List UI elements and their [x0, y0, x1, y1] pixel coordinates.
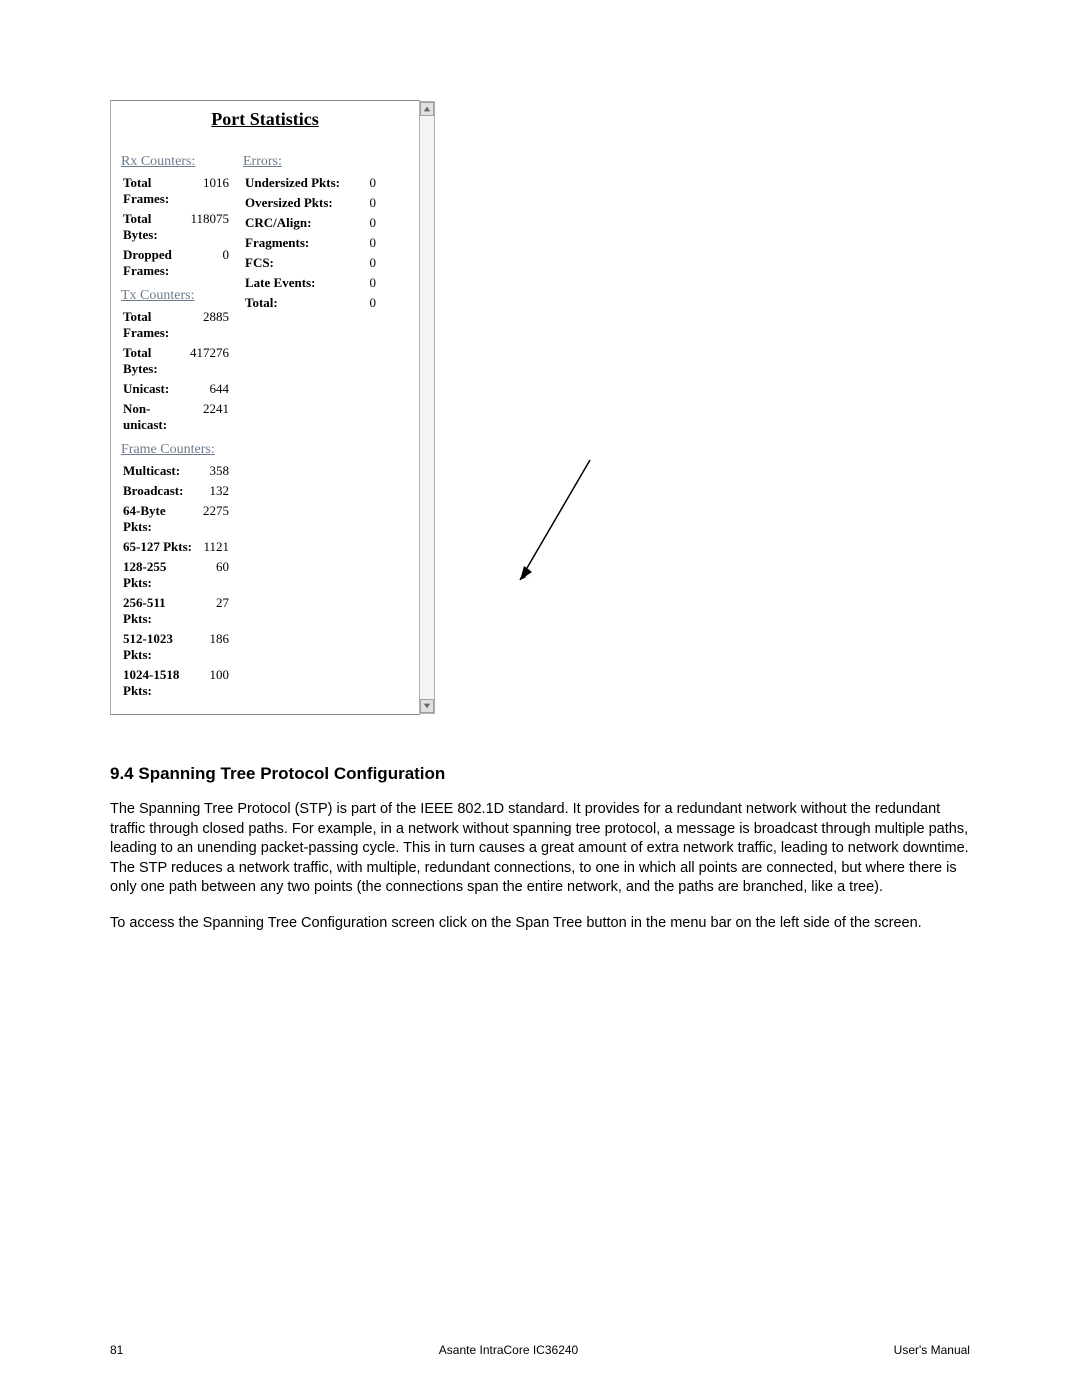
paragraph: The Spanning Tree Protocol (STP) is part… — [110, 800, 970, 898]
body-text: 9.4 Spanning Tree Protocol Configuration… — [110, 763, 970, 949]
tx-counters-heading: Tx Counters: — [121, 288, 231, 304]
rx-counters-heading: Rx Counters: — [121, 154, 231, 170]
footer-manual: User's Manual — [894, 1343, 970, 1357]
page-number: 81 — [110, 1343, 123, 1357]
table-row: Late Events:0 — [245, 274, 376, 292]
chevron-up-icon — [423, 105, 431, 113]
footer-title: Asante IntraCore IC36240 — [439, 1343, 578, 1357]
scroll-up-button[interactable] — [420, 102, 434, 116]
table-row: 65-127 Pkts:1121 — [123, 538, 229, 556]
table-row: FCS:0 — [245, 254, 376, 272]
errors-table: Undersized Pkts:0 Oversized Pkts:0 CRC/A… — [243, 172, 378, 314]
port-statistics-panel: Port Statistics Rx Counters: Total Frame… — [110, 100, 420, 715]
scrollbar[interactable] — [419, 101, 435, 714]
table-row: 64-Byte Pkts:2275 — [123, 502, 229, 536]
section-heading: 9.4 Spanning Tree Protocol Configuration — [110, 763, 970, 786]
table-row: 128-255 Pkts:60 — [123, 558, 229, 592]
table-row: Undersized Pkts:0 — [245, 174, 376, 192]
chevron-down-icon — [423, 702, 431, 710]
page-footer: 81 Asante IntraCore IC36240 User's Manua… — [110, 1343, 970, 1357]
rx-counters-table: Total Frames:1016 Total Bytes:118075 Dro… — [121, 172, 231, 282]
table-row: Total Frames:1016 — [123, 174, 229, 208]
table-row: Multicast:358 — [123, 462, 229, 480]
frame-counters-table: Multicast:358 Broadcast:132 64-Byte Pkts… — [121, 460, 231, 702]
table-row: Broadcast:132 — [123, 482, 229, 500]
table-row: Oversized Pkts:0 — [245, 194, 376, 212]
errors-heading: Errors: — [243, 154, 378, 170]
tx-counters-table: Total Frames:2885 Total Bytes:417276 Uni… — [121, 306, 231, 436]
table-row: Total Bytes:118075 — [123, 210, 229, 244]
table-row: CRC/Align:0 — [245, 214, 376, 232]
table-row: Fragments:0 — [245, 234, 376, 252]
table-row: Dropped Frames:0 — [123, 246, 229, 280]
scrollbar-track[interactable] — [420, 116, 434, 699]
paragraph: To access the Spanning Tree Configuratio… — [110, 914, 970, 934]
table-row: Total Frames:2885 — [123, 308, 229, 342]
arrow-annotation-icon — [510, 450, 600, 600]
table-row: Total Bytes:417276 — [123, 344, 229, 378]
table-row: Unicast:644 — [123, 380, 229, 398]
scroll-down-button[interactable] — [420, 699, 434, 713]
panel-title: Port Statistics — [121, 109, 409, 130]
table-row: Total:0 — [245, 294, 376, 312]
table-row: 512-1023 Pkts:186 — [123, 630, 229, 664]
table-row: Non-unicast:2241 — [123, 400, 229, 434]
frame-counters-heading: Frame Counters: — [121, 442, 231, 458]
table-row: 1024-1518 Pkts:100 — [123, 666, 229, 700]
table-row: 256-511 Pkts:27 — [123, 594, 229, 628]
